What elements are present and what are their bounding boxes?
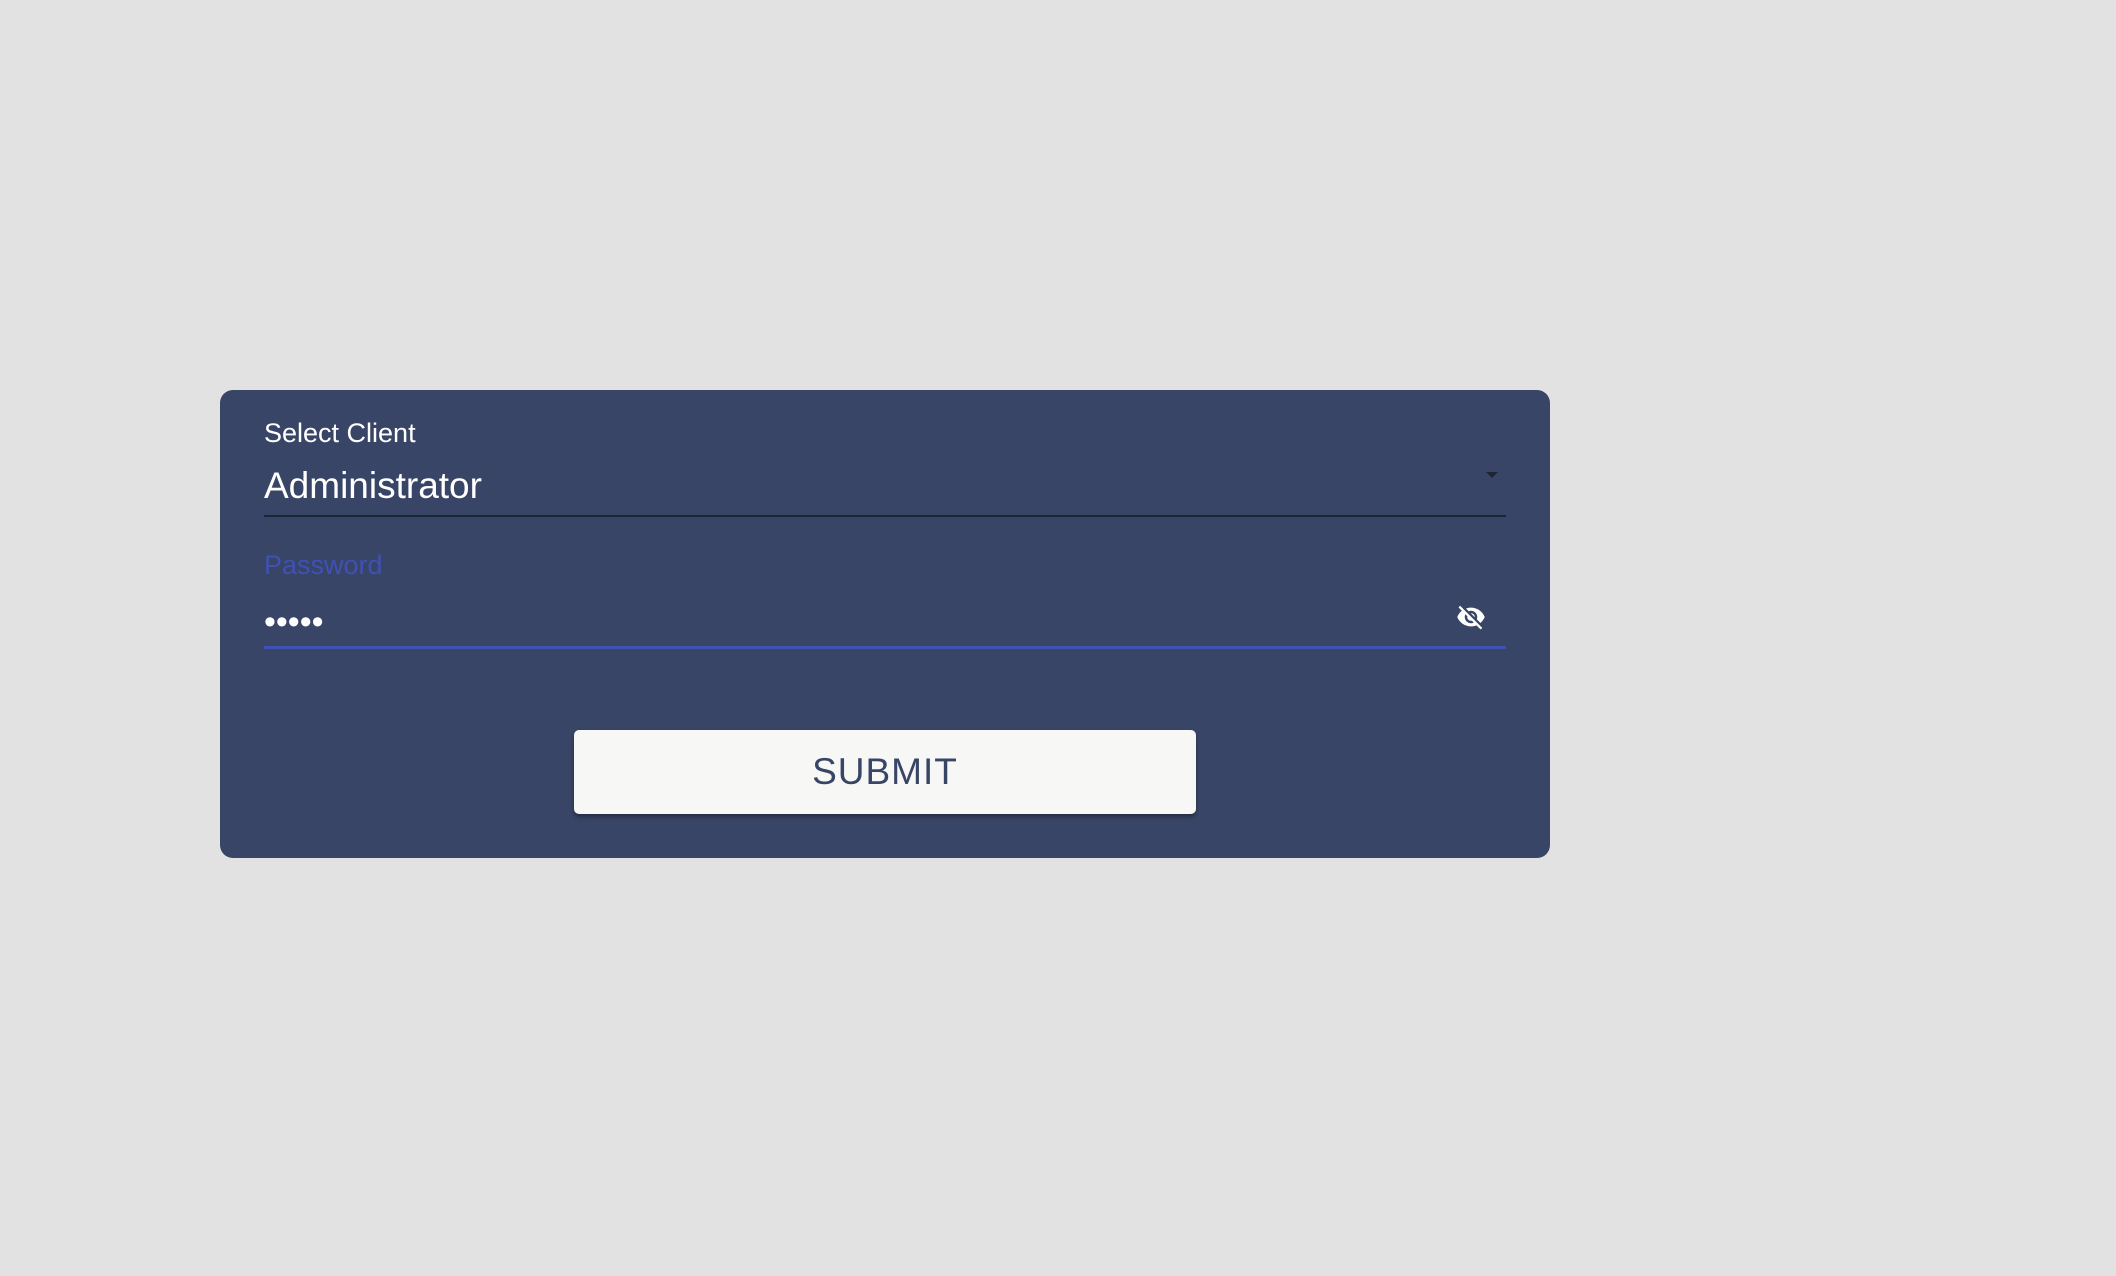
dropdown-arrow-icon[interactable]: [1486, 472, 1498, 478]
password-input[interactable]: •••••: [264, 600, 324, 644]
password-label: Password: [264, 550, 383, 580]
client-select[interactable]: Select Client Administrator: [264, 416, 1506, 518]
client-select-value[interactable]: Administrator: [264, 464, 482, 508]
client-select-underline: [264, 515, 1506, 517]
password-underline: [264, 646, 1506, 649]
visibility-off-icon[interactable]: [1456, 602, 1486, 632]
password-field[interactable]: Password •••••: [264, 548, 1506, 650]
client-select-label: Select Client: [264, 418, 416, 448]
submit-button[interactable]: SUBMIT: [574, 730, 1196, 814]
login-card: Select Client Administrator Password •••…: [220, 390, 1550, 858]
